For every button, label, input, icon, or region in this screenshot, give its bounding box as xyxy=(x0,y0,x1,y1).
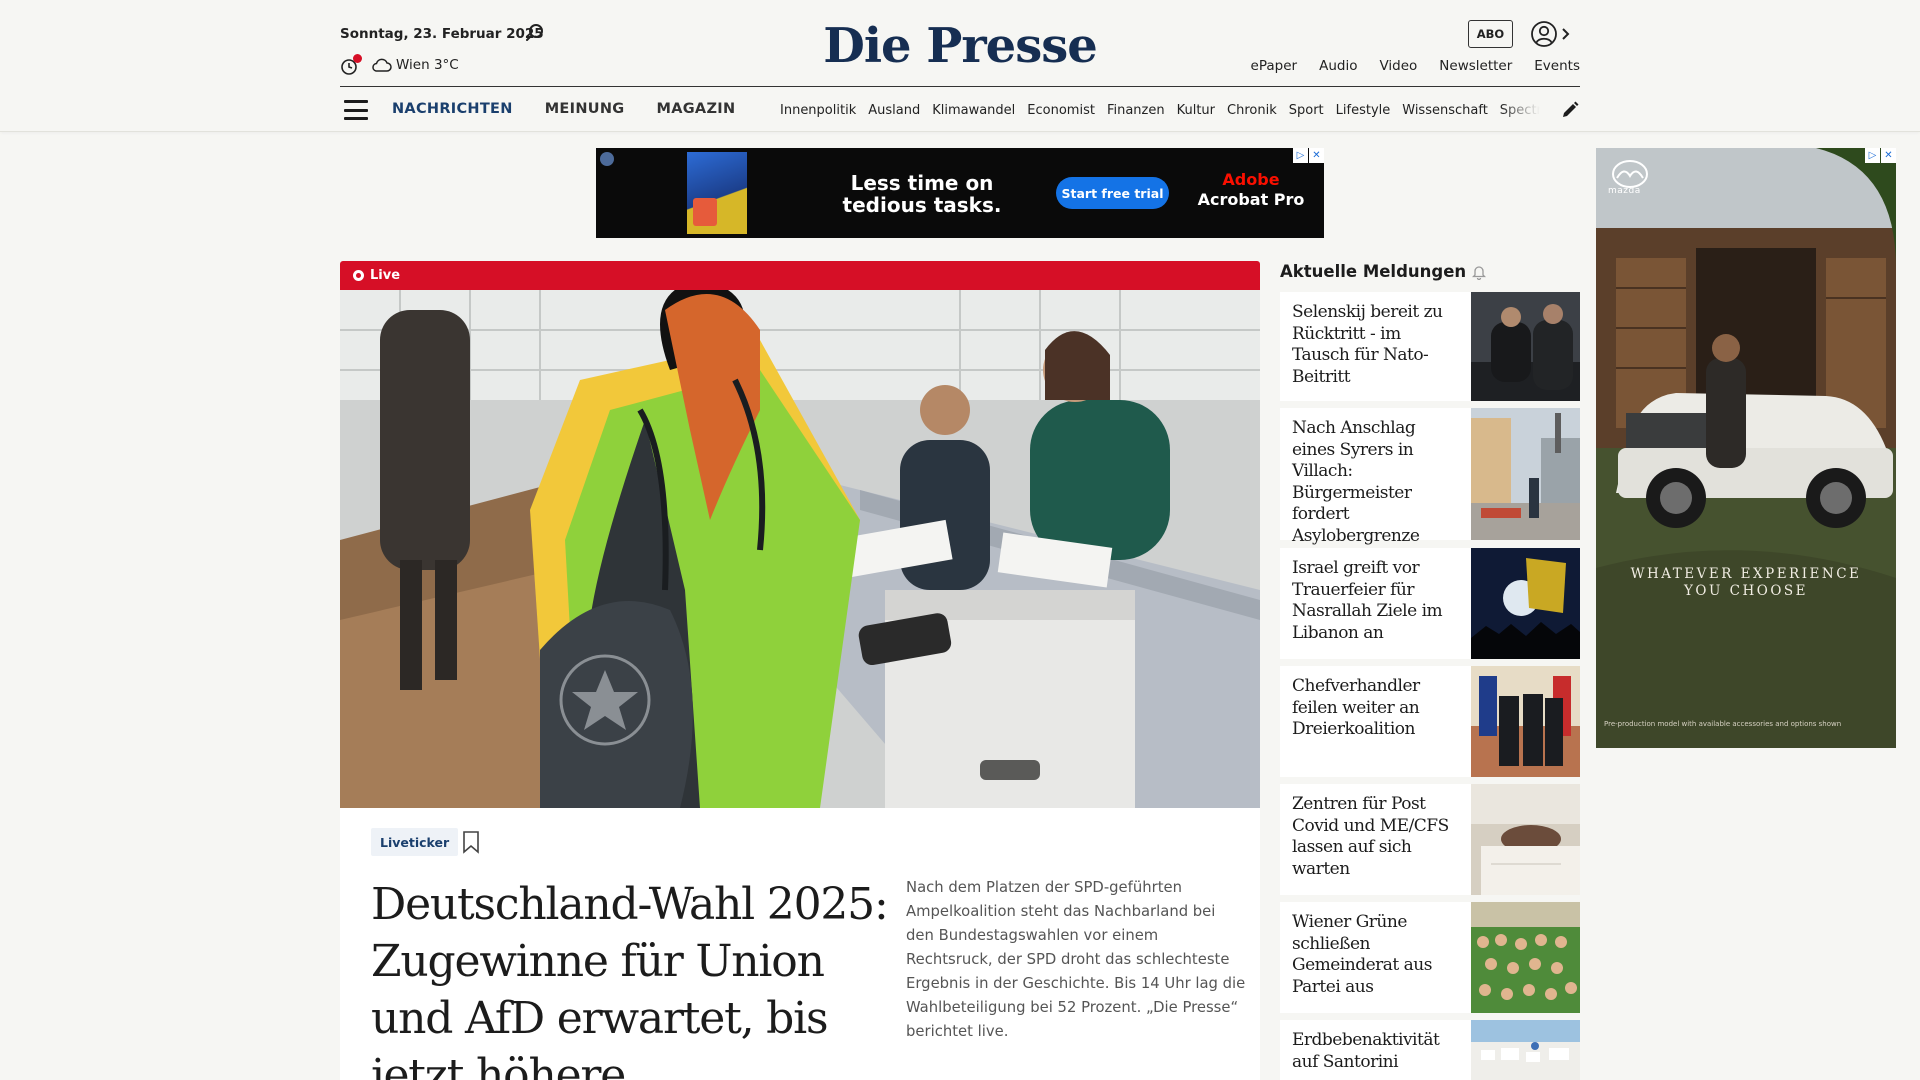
live-dot-icon xyxy=(353,270,364,281)
news-thumbnail[interactable] xyxy=(1471,784,1580,895)
news-item[interactable]: Selenskij bereit zu Rücktritt - im Tausc… xyxy=(1280,292,1580,401)
news-title[interactable]: Nach Anschlag eines Syrers in Villach: B… xyxy=(1292,418,1462,548)
sky-claim: WHATEVER EXPERIENCE YOU CHOOSE xyxy=(1596,566,1896,600)
ressort-nav: Innenpolitik Ausland Klimawandel Economi… xyxy=(780,103,1540,118)
nav-magazin[interactable]: MAGAZIN xyxy=(656,101,735,117)
ad-shield-icon xyxy=(600,152,614,166)
news-item[interactable]: Erdbebenaktivität auf Santorini xyxy=(1280,1020,1580,1080)
news-item[interactable]: Zentren für Post Covid und ME/CFS lassen… xyxy=(1280,784,1580,895)
hero-photo xyxy=(340,290,1260,808)
pencil-icon[interactable] xyxy=(1560,100,1580,120)
ressort-sport[interactable]: Sport xyxy=(1289,103,1324,118)
top-links: ePaper Audio Video Newsletter Events xyxy=(1251,58,1580,74)
top-link-epaper[interactable]: ePaper xyxy=(1251,58,1298,74)
ressort-wissenschaft[interactable]: Wissenschaft xyxy=(1402,103,1488,118)
main-nav: NACHRICHTEN MEINUNG MAGAZIN xyxy=(392,101,735,117)
ad-headline: Less time on tedious tasks. xyxy=(842,171,1002,217)
news-title[interactable]: Selenskij bereit zu Rücktritt - im Tausc… xyxy=(1292,302,1462,388)
news-item[interactable]: Nach Anschlag eines Syrers in Villach: B… xyxy=(1280,408,1580,546)
ressort-ausland[interactable]: Ausland xyxy=(868,103,920,118)
ressort-chronik[interactable]: Chronik xyxy=(1227,103,1277,118)
news-thumbnail[interactable] xyxy=(1471,666,1580,777)
site-header: Sonntag, 23. Februar 2025 Wien 3°C Die P… xyxy=(0,0,1920,132)
ad-brand-line1: Adobe xyxy=(1222,170,1280,189)
adchoices[interactable]: ▷ ✕ xyxy=(1293,148,1324,163)
sky-close-icon[interactable]: ✕ xyxy=(1881,148,1896,163)
hero-headline[interactable]: Deutschland-Wahl 2025: Zugewinne für Uni… xyxy=(371,876,891,1080)
sidebar-title-text: Aktuelle Meldungen xyxy=(1280,262,1467,281)
adchoices-icon[interactable]: ▷ xyxy=(1293,148,1308,163)
sky-adchoices-icon[interactable]: ▷ xyxy=(1865,148,1880,163)
news-thumbnail[interactable] xyxy=(1471,292,1580,401)
ressort-finanzen[interactable]: Finanzen xyxy=(1107,103,1165,118)
news-item[interactable]: Chefverhandler feilen weiter an Dreierko… xyxy=(1280,666,1580,777)
chevron-right-icon xyxy=(1562,28,1570,40)
ad-cta-button[interactable]: Start free trial xyxy=(1056,177,1169,209)
hero-teaser: Nach dem Platzen der SPD-geführten Ampel… xyxy=(906,879,1246,1040)
top-link-events[interactable]: Events xyxy=(1534,58,1580,74)
sky-fine-print: Pre-production model with available acce… xyxy=(1604,720,1842,728)
news-title[interactable]: Israel greift vor Trauerfeier für Nasral… xyxy=(1292,558,1462,644)
ressort-klimawandel[interactable]: Klimawandel xyxy=(932,103,1015,118)
sky-claim-line2: YOU CHOOSE xyxy=(1684,583,1808,599)
news-item[interactable]: Wiener Grüne schließen Gemeinderat aus P… xyxy=(1280,902,1580,1013)
ad-brand-line2: Acrobat Pro xyxy=(1197,190,1305,209)
site-logo[interactable]: Die Presse xyxy=(0,18,1920,74)
header-divider xyxy=(340,86,1580,87)
news-title[interactable]: Chefverhandler feilen weiter an Dreierko… xyxy=(1292,676,1462,741)
news-thumbnail[interactable] xyxy=(1471,548,1580,659)
hero-article-card[interactable]: Liveticker Deutschland-Wahl 2025: Zugewi… xyxy=(340,808,1260,1080)
nav-meinung[interactable]: MEINUNG xyxy=(545,101,625,117)
hero-image[interactable] xyxy=(340,290,1260,808)
ressort-lifestyle[interactable]: Lifestyle xyxy=(1336,103,1391,118)
tag-liveticker[interactable]: Liveticker xyxy=(371,828,459,856)
abo-button[interactable]: ABO xyxy=(1468,20,1513,48)
skyscraper-image xyxy=(1596,148,1896,748)
menu-icon[interactable] xyxy=(344,100,368,120)
news-title[interactable]: Erdbebenaktivität auf Santorini xyxy=(1292,1030,1462,1073)
ressort-spectrum[interactable]: Spectrum xyxy=(1500,103,1540,118)
news-thumbnail[interactable] xyxy=(1471,1020,1580,1080)
sky-brand: mazda xyxy=(1608,186,1641,196)
news-title[interactable]: Zentren für Post Covid und ME/CFS lassen… xyxy=(1292,794,1462,880)
account-button[interactable] xyxy=(1530,20,1572,48)
bookmark-icon[interactable] xyxy=(462,830,480,854)
ad-close-icon[interactable]: ✕ xyxy=(1309,148,1324,163)
ad-brand: Adobe Acrobat Pro xyxy=(1196,170,1306,210)
nav-nachrichten[interactable]: NACHRICHTEN xyxy=(392,101,513,117)
news-thumbnail[interactable] xyxy=(1471,408,1580,540)
news-item[interactable]: Israel greift vor Trauerfeier für Nasral… xyxy=(1280,548,1580,659)
sky-adchoices[interactable]: ▷ ✕ xyxy=(1865,148,1896,163)
news-thumbnail[interactable] xyxy=(1471,902,1580,1013)
ressort-economist[interactable]: Economist xyxy=(1027,103,1095,118)
ressort-kultur[interactable]: Kultur xyxy=(1177,103,1215,118)
top-link-video[interactable]: Video xyxy=(1379,58,1417,74)
live-label: Live xyxy=(370,268,401,283)
news-title[interactable]: Wiener Grüne schließen Gemeinderat aus P… xyxy=(1292,912,1462,998)
sky-claim-line1: WHATEVER EXPERIENCE xyxy=(1630,566,1862,582)
ressort-innenpolitik[interactable]: Innenpolitik xyxy=(780,103,856,118)
live-bar[interactable]: Live xyxy=(340,261,1260,290)
sidebar-title: Aktuelle Meldungen xyxy=(1280,262,1487,281)
bell-icon[interactable] xyxy=(1472,264,1487,280)
skyscraper-ad[interactable]: mazda WHATEVER EXPERIENCE YOU CHOOSE Pre… xyxy=(1596,148,1896,748)
top-link-audio[interactable]: Audio xyxy=(1319,58,1357,74)
user-icon xyxy=(1531,21,1557,47)
top-link-newsletter[interactable]: Newsletter xyxy=(1439,58,1512,74)
ad-banner[interactable]: Less time on tedious tasks. Start free t… xyxy=(596,148,1324,238)
ad-product-image xyxy=(687,152,747,234)
